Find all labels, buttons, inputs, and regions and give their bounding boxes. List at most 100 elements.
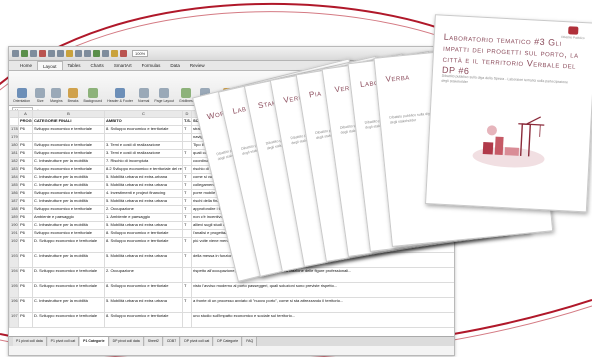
tab-formulas[interactable]: Formulas — [137, 61, 166, 70]
cell-prog[interactable] — [18, 133, 33, 142]
row-number[interactable]: 196 — [9, 297, 19, 313]
cell-prog[interactable]: P6 — [18, 197, 33, 206]
ribbon-button-orientation[interactable]: Orientation — [13, 88, 30, 103]
cell-categoria[interactable]: D. Sviluppo economico e territoriale — [32, 312, 105, 328]
cell-prog[interactable]: P6 — [18, 229, 33, 238]
cell-ts[interactable]: T — [182, 173, 192, 182]
cell-ambito[interactable]: 8. Sviluppo economico e territoriale — [104, 229, 183, 238]
open-file-icon[interactable] — [21, 50, 28, 57]
cell-categoria[interactable] — [32, 133, 105, 142]
cell-prog[interactable]: P6 — [18, 282, 33, 298]
sheet-tab[interactable]: P1 Categorie — [80, 337, 109, 346]
cell-prog[interactable]: P6 — [18, 165, 33, 174]
sheet-tab[interactable]: P1 pivot coll data — [13, 337, 47, 346]
cell-categoria[interactable]: Sviluppo economico e territoriale — [32, 229, 105, 238]
row-number[interactable]: 188 — [9, 205, 19, 214]
sheet-tab[interactable]: CDB7 — [163, 337, 181, 346]
cell-prog[interactable]: P6 — [18, 189, 33, 198]
cell-prog[interactable]: P6 — [18, 252, 33, 268]
sheet-tab[interactable]: DP pivot coll cat — [181, 337, 214, 346]
tab-data[interactable]: Data — [165, 61, 185, 70]
sort-icon[interactable] — [102, 50, 109, 57]
ribbon-button-background[interactable]: Background — [83, 88, 102, 103]
cell-ts[interactable]: T — [182, 197, 192, 206]
cell-ts[interactable]: T — [182, 149, 192, 158]
cell-categoria[interactable]: Sviluppo economico e territoriale — [32, 205, 105, 214]
save-icon[interactable] — [30, 50, 37, 57]
autosum-icon[interactable] — [93, 50, 100, 57]
ribbon-button-page-layout[interactable]: Page Layout — [154, 88, 174, 103]
table-row[interactable]: 197 P6 D. Sviluppo economico e territorial… — [9, 312, 454, 328]
cell-prog[interactable]: P6 — [18, 297, 33, 313]
row-number[interactable]: 178 — [9, 125, 19, 134]
header-categorie[interactable]: CATEGORIE FINALI — [32, 117, 105, 126]
cell-ambito[interactable]: 4. Investimenti e project financing — [104, 189, 183, 198]
cell-sollecitazione[interactable]: uno studio sull'impatto economico e soci… — [191, 312, 454, 328]
cell-ts[interactable]: T — [182, 165, 192, 174]
row-number[interactable]: 179 — [9, 133, 19, 142]
cell-ambito[interactable]: 3. Temi e costi di realizzazione — [104, 149, 183, 158]
cell-ts[interactable]: T — [182, 189, 192, 198]
tab-tables[interactable]: Tables — [63, 61, 86, 70]
cell-ambito[interactable]: 8. Sviluppo economico e territoriale — [104, 282, 183, 298]
cell-ts[interactable]: T — [182, 252, 192, 268]
chart-icon[interactable] — [120, 50, 127, 57]
ribbon-button-gridlines[interactable]: Gridlines — [179, 88, 193, 103]
row-number[interactable]: 192 — [9, 237, 19, 253]
cell-sollecitazione[interactable]: rispetto all'occupazione, come è stato p… — [191, 267, 454, 283]
cell-ambito[interactable]: 5. Mobilità urbana ed extra-urbana — [104, 173, 183, 182]
cell-ts[interactable]: T — [182, 205, 192, 214]
cell-categoria[interactable]: C. Infrastrutture per la mobilità — [32, 252, 105, 268]
cell-ts[interactable]: T — [182, 237, 192, 253]
header-ambito[interactable]: AMBITO — [104, 117, 183, 126]
paste-icon[interactable] — [66, 50, 73, 57]
corner-cell[interactable] — [9, 110, 19, 118]
cell-prog[interactable]: P6 — [18, 205, 33, 214]
cell-categoria[interactable]: C. Infrastrutture per la mobilità — [32, 221, 105, 230]
table-row[interactable]: 195 P6 D. Sviluppo economico e territorial… — [9, 282, 454, 298]
ribbon-button-margins[interactable]: Margins — [50, 88, 63, 103]
row-number[interactable] — [9, 117, 19, 126]
column-header-b[interactable]: B — [32, 110, 105, 118]
redo-icon[interactable] — [84, 50, 91, 57]
print-icon[interactable] — [39, 50, 46, 57]
cell-ambito[interactable]: 5. Mobilità urbana ed extra urbana — [104, 181, 183, 190]
ribbon-button-size[interactable]: Size — [35, 88, 46, 103]
row-number[interactable]: 193 — [9, 252, 19, 268]
sheet-tab[interactable]: DP pivot coll data — [109, 337, 144, 346]
column-header-c[interactable]: C — [104, 110, 183, 118]
cell-ambito[interactable]: 7. Rischio di incompiuta — [104, 157, 183, 166]
sheet-tab[interactable]: FAQ — [243, 337, 258, 346]
cell-ambito[interactable]: 5. Mobilità urbana ed extra urbana — [104, 252, 183, 268]
row-number[interactable]: 184 — [9, 173, 19, 182]
row-number[interactable]: 186 — [9, 189, 19, 198]
cell-ts[interactable] — [182, 133, 192, 142]
cell-categoria[interactable]: Sviluppo economico e territoriale — [32, 149, 105, 158]
cell-prog[interactable]: P6 — [18, 125, 33, 134]
cell-prog[interactable]: P6 — [18, 149, 33, 158]
cell-categoria[interactable]: D. Sviluppo economico e territoriale — [32, 237, 105, 253]
cell-ambito[interactable]: 8. Sviluppo economico e territoriale — [104, 312, 183, 328]
cut-icon[interactable] — [48, 50, 55, 57]
cell-categoria[interactable]: C. Infrastrutture per la mobilità — [32, 157, 105, 166]
cell-ambito[interactable]: 8.2 Sviluppo economico e territoriale de… — [104, 165, 183, 174]
header-ts[interactable]: T.S. — [182, 117, 192, 126]
row-number[interactable]: 181 — [9, 149, 19, 158]
row-number[interactable]: 194 — [9, 267, 19, 283]
sheet-tab[interactable]: Sheet2 — [144, 337, 163, 346]
cell-ts[interactable]: T — [182, 181, 192, 190]
new-document-icon[interactable] — [12, 50, 19, 57]
cell-ambito[interactable]: 8. Sviluppo economico e territoriale — [104, 237, 183, 253]
cell-ambito[interactable]: 5. Mobilità urbana ed extra urbana — [104, 221, 183, 230]
cell-categoria[interactable]: Sviluppo economico e territoriale — [32, 141, 105, 150]
header-prog[interactable]: PROG — [18, 117, 33, 126]
cell-ambito[interactable]: 5. Mobilità urbana ed extra urbana — [104, 197, 183, 206]
sheet-tab[interactable]: P1 pivot coll cat — [47, 337, 80, 346]
tab-review[interactable]: Review — [185, 61, 210, 70]
cell-prog[interactable]: P6 — [18, 221, 33, 230]
cell-ts[interactable] — [182, 312, 192, 328]
cell-ambito[interactable]: 5. Mobilità urbana ed extra urbana — [104, 297, 183, 313]
cell-prog[interactable]: P6 — [18, 213, 33, 222]
row-number[interactable]: 197 — [9, 312, 19, 328]
cell-categoria[interactable]: C. Infrastrutture per la mobilità — [32, 297, 105, 313]
